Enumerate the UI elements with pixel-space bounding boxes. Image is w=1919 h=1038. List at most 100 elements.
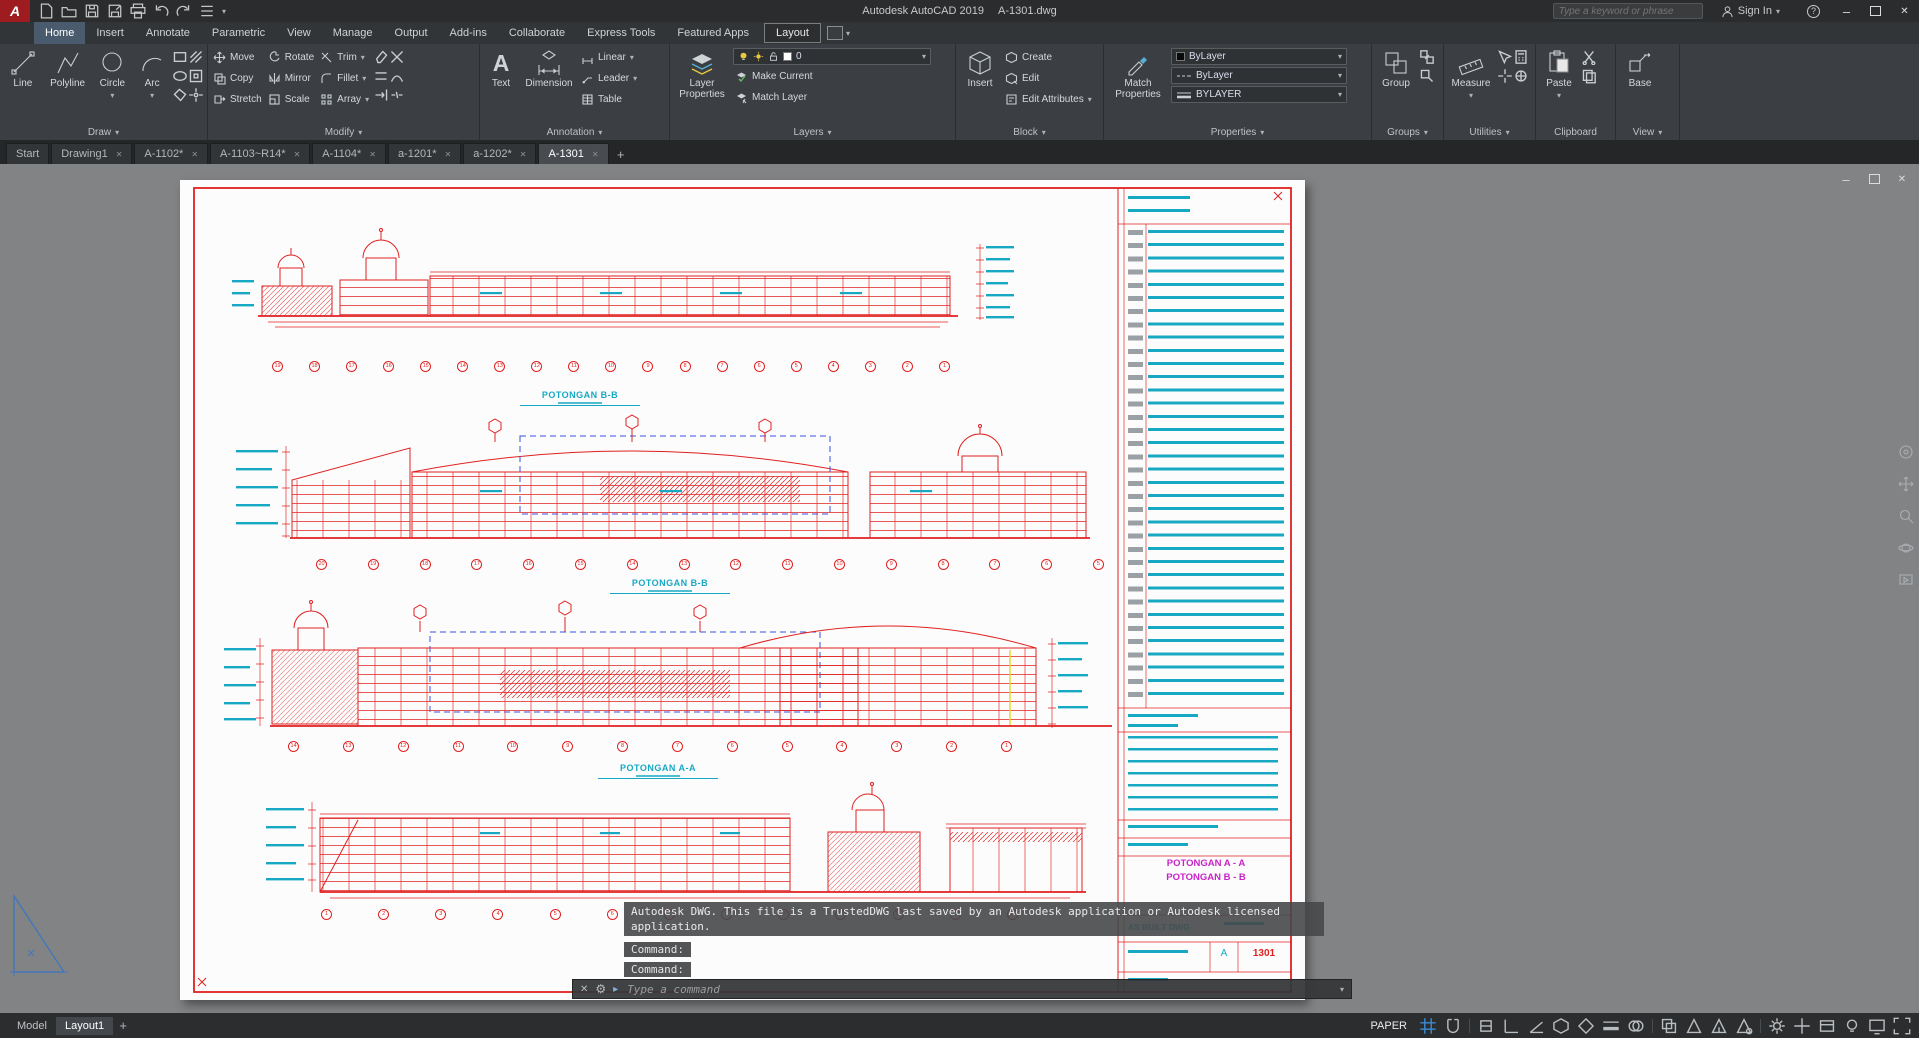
command-input[interactable]	[625, 982, 1333, 997]
ribbon-tab-view[interactable]: View	[276, 22, 322, 44]
save-icon[interactable]	[84, 3, 100, 19]
polar-tracking-icon[interactable]	[1527, 1017, 1545, 1035]
edit-attributes-button[interactable]: Edit Attributes	[1003, 90, 1100, 109]
save-as-icon[interactable]	[107, 3, 123, 19]
osnap-icon[interactable]	[1577, 1017, 1595, 1035]
command-close-icon[interactable]	[580, 984, 588, 995]
file-tab-a1201[interactable]: a-1201*	[388, 143, 461, 164]
ribbon-tab-express-tools[interactable]: Express Tools	[576, 22, 666, 44]
layer-select[interactable]: 0	[733, 48, 931, 65]
ribbon-tab-layout[interactable]: Layout	[764, 23, 821, 43]
group-button[interactable]: Group	[1375, 47, 1417, 91]
new-file-icon[interactable]	[38, 3, 54, 19]
command-recent-caret-icon[interactable]	[1340, 983, 1344, 995]
file-tab-a1103[interactable]: A-1103~R14*	[210, 143, 310, 164]
object-color-select[interactable]: ByLayer	[1171, 48, 1347, 65]
panel-label-properties[interactable]: Properties	[1104, 124, 1371, 140]
panel-label-modify[interactable]: Modify	[208, 124, 479, 140]
panel-label-view[interactable]: View	[1616, 124, 1679, 140]
trim-button[interactable]: Trim	[318, 48, 371, 67]
file-tab-drawing1[interactable]: Drawing1	[51, 143, 132, 164]
paper-space-toggle[interactable]: PAPER	[1366, 1020, 1412, 1032]
panel-label-annotation[interactable]: Annotation	[480, 124, 669, 140]
workspace-gear-icon[interactable]	[1768, 1017, 1786, 1035]
lineweight-select[interactable]: BYLAYER	[1171, 86, 1347, 103]
autoscale-icon[interactable]	[1710, 1017, 1728, 1035]
ellipse-tool-icon[interactable]	[172, 66, 188, 85]
ribbon-tab-home[interactable]: Home	[34, 22, 85, 44]
close-tab-icon[interactable]	[191, 150, 198, 159]
undo-icon[interactable]	[153, 3, 169, 19]
selection-cycling-icon[interactable]	[1660, 1017, 1678, 1035]
linear-button[interactable]: Linear	[579, 48, 666, 67]
paste-button[interactable]: Paste	[1539, 47, 1579, 103]
infer-constraints-icon[interactable]	[1477, 1017, 1495, 1035]
file-tab-a1202[interactable]: a-1202*	[463, 143, 536, 164]
polyline-button[interactable]: Polyline	[45, 47, 91, 91]
array-button[interactable]: Array	[318, 90, 371, 109]
graphics-performance-icon[interactable]	[1868, 1017, 1886, 1035]
panel-label-layers[interactable]: Layers	[670, 124, 955, 140]
make-current-button[interactable]: Make Current	[733, 67, 952, 86]
line-button[interactable]: Line	[3, 47, 43, 91]
orbit-icon[interactable]	[1898, 540, 1914, 556]
quick-select-tool-icon[interactable]	[1497, 47, 1513, 66]
close-tab-icon[interactable]	[444, 150, 451, 159]
hatch-tool-icon[interactable]	[188, 47, 204, 66]
panel-label-block[interactable]: Block	[956, 124, 1103, 140]
point-style-tool-icon[interactable]	[1513, 66, 1529, 85]
panel-label-draw[interactable]: Draw	[0, 124, 207, 140]
layout1-tab[interactable]: Layout1	[56, 1017, 113, 1035]
scale-button[interactable]: Scale	[266, 90, 316, 109]
close-tab-icon[interactable]	[294, 150, 301, 159]
quick-calc-tool-icon[interactable]	[1513, 47, 1529, 66]
edit-block-button[interactable]: Edit	[1003, 69, 1100, 88]
cut-tool-icon[interactable]	[1581, 47, 1597, 66]
join-tool-icon[interactable]	[389, 66, 405, 85]
group-edit-tool-icon[interactable]	[1419, 66, 1435, 85]
stretch-button[interactable]: Stretch	[211, 90, 264, 109]
base-button[interactable]: Base	[1619, 47, 1661, 91]
plot-icon[interactable]	[130, 3, 146, 19]
match-properties-button[interactable]: Match Properties	[1107, 47, 1169, 102]
layout-paper-sheet[interactable]: 19181716151413121110987654321 2019181716…	[180, 180, 1305, 1000]
file-tab-a1104[interactable]: A-1104*	[312, 143, 386, 164]
maximize-button[interactable]	[1861, 0, 1890, 22]
arc-button[interactable]: Arc	[134, 47, 170, 103]
file-tab-a1102[interactable]: A-1102*	[134, 143, 208, 164]
circle-button[interactable]: Circle	[92, 47, 132, 103]
model-tab[interactable]: Model	[8, 1017, 56, 1035]
new-layout-button[interactable]	[113, 1016, 133, 1036]
annotation-scale-icon[interactable]	[1735, 1017, 1753, 1035]
rotate-button[interactable]: Rotate	[266, 48, 316, 67]
ribbon-tab-collaborate[interactable]: Collaborate	[498, 22, 576, 44]
annotation-monitor-icon[interactable]	[1793, 1017, 1811, 1035]
mirror-button[interactable]: Mirror	[266, 69, 316, 88]
ribbon-tab-insert[interactable]: Insert	[85, 22, 135, 44]
ribbon-options-button[interactable]	[827, 22, 850, 44]
annotation-visibility-icon[interactable]	[1685, 1017, 1703, 1035]
qat-customize-caret-icon[interactable]	[222, 5, 226, 17]
ortho-icon[interactable]	[1502, 1017, 1520, 1035]
ribbon-tab-featured-apps[interactable]: Featured Apps	[666, 22, 760, 44]
close-tab-icon[interactable]	[592, 150, 599, 159]
table-button[interactable]: Table	[579, 90, 666, 109]
close-tab-icon[interactable]	[369, 150, 376, 159]
panel-label-utilities[interactable]: Utilities	[1444, 124, 1535, 140]
help-icon[interactable]	[1807, 5, 1820, 18]
dimension-button[interactable]: Dimension	[521, 47, 577, 91]
lengthen-tool-icon[interactable]	[373, 85, 389, 104]
doc-restore-button[interactable]	[1867, 172, 1881, 186]
offset-tool-icon[interactable]	[373, 66, 389, 85]
copy-clip-tool-icon[interactable]	[1581, 66, 1597, 85]
showmotion-icon[interactable]	[1898, 572, 1914, 588]
layer-properties-button[interactable]: Layer Properties	[673, 47, 731, 102]
text-button[interactable]: A Text	[483, 47, 519, 91]
ungroup-tool-icon[interactable]	[1419, 47, 1435, 66]
point-tool-icon[interactable]	[188, 85, 204, 104]
insert-block-button[interactable]: Insert	[959, 47, 1001, 91]
file-tab-start[interactable]: Start	[6, 143, 49, 164]
explode-tool-icon[interactable]	[389, 47, 405, 66]
erase-tool-icon[interactable]	[373, 47, 389, 66]
linetype-select[interactable]: ByLayer	[1171, 67, 1347, 84]
